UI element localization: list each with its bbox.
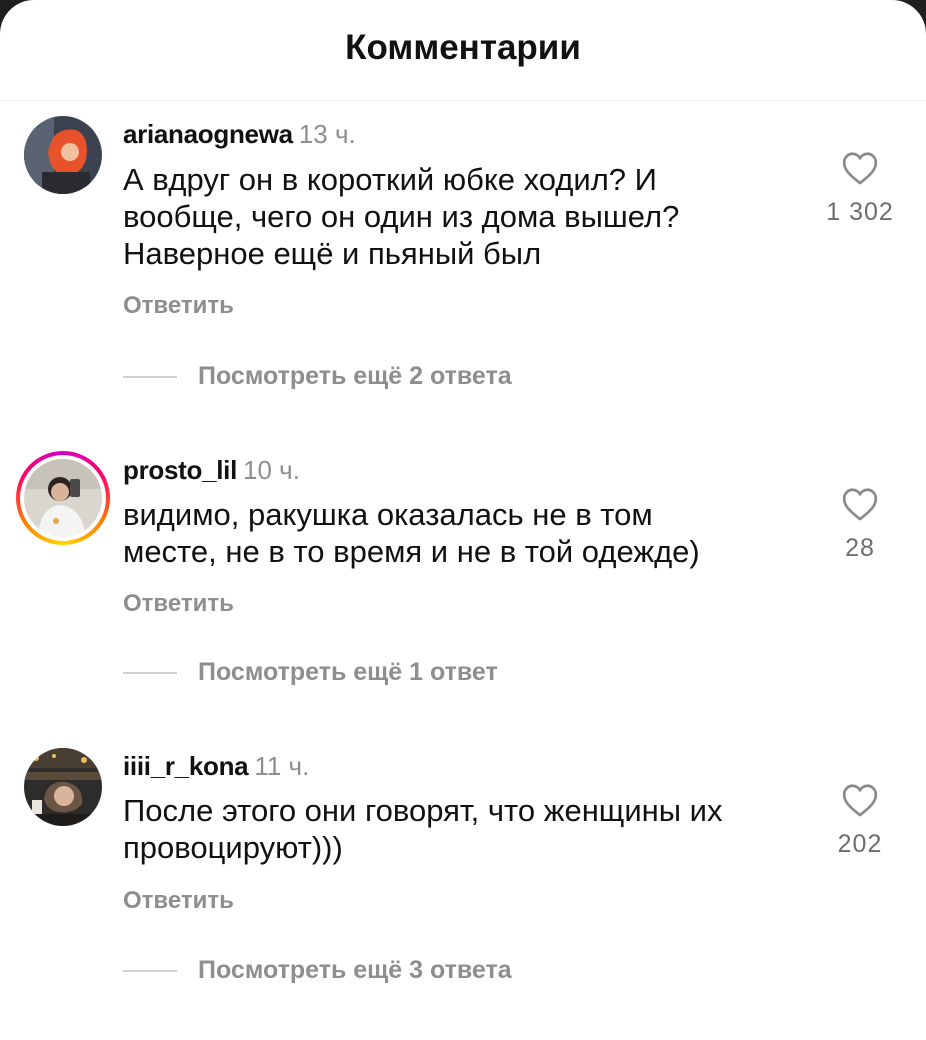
comment-text-line: месте, не в то время и не в той одежде) [123, 534, 700, 569]
comment-text-line: провоцируют))) [123, 830, 343, 865]
like-control: 202 [800, 782, 920, 859]
heart-outline-icon[interactable] [841, 486, 879, 522]
comment-meta: prosto_lil 10 ч. [123, 455, 300, 485]
avatar[interactable] [24, 748, 102, 826]
divider-line [123, 672, 177, 674]
timestamp: 11 ч. [254, 751, 310, 781]
comment-text: видимо, ракушка оказалась не в том месте… [123, 496, 803, 570]
comment-meta: iiii_r_kona 11 ч. [123, 751, 309, 781]
view-more-label: Посмотреть ещё 2 ответа [198, 362, 512, 390]
divider-line [123, 376, 177, 378]
heart-outline-icon[interactable] [841, 782, 879, 818]
reply-button[interactable]: Ответить [123, 887, 234, 915]
view-more-label: Посмотреть ещё 3 ответа [198, 956, 512, 984]
like-control: 28 [800, 486, 920, 563]
comments-sheet: Комментарии arianaognewa 13 ч. А вдруг он… [0, 0, 926, 1040]
like-count: 28 [845, 534, 875, 562]
comment-text-line: видимо, ракушка оказалась не в том [123, 497, 653, 532]
view-more-label: Посмотреть ещё 1 ответ [198, 658, 498, 686]
comment-text: После этого они говорят, что женщины их … [123, 792, 803, 866]
timestamp: 10 ч. [243, 455, 300, 485]
username[interactable]: iiii_r_kona [123, 751, 249, 781]
story-ring[interactable] [16, 451, 110, 545]
avatar [24, 459, 102, 537]
like-count: 202 [837, 830, 883, 858]
reply-button[interactable]: Ответить [123, 590, 234, 618]
username[interactable]: prosto_lil [123, 455, 237, 485]
comment-text-line: После этого они говорят, что женщины их [123, 793, 723, 828]
divider-line [123, 970, 177, 972]
comment-item: iiii_r_kona 11 ч. После этого они говорят… [0, 0, 926, 984]
